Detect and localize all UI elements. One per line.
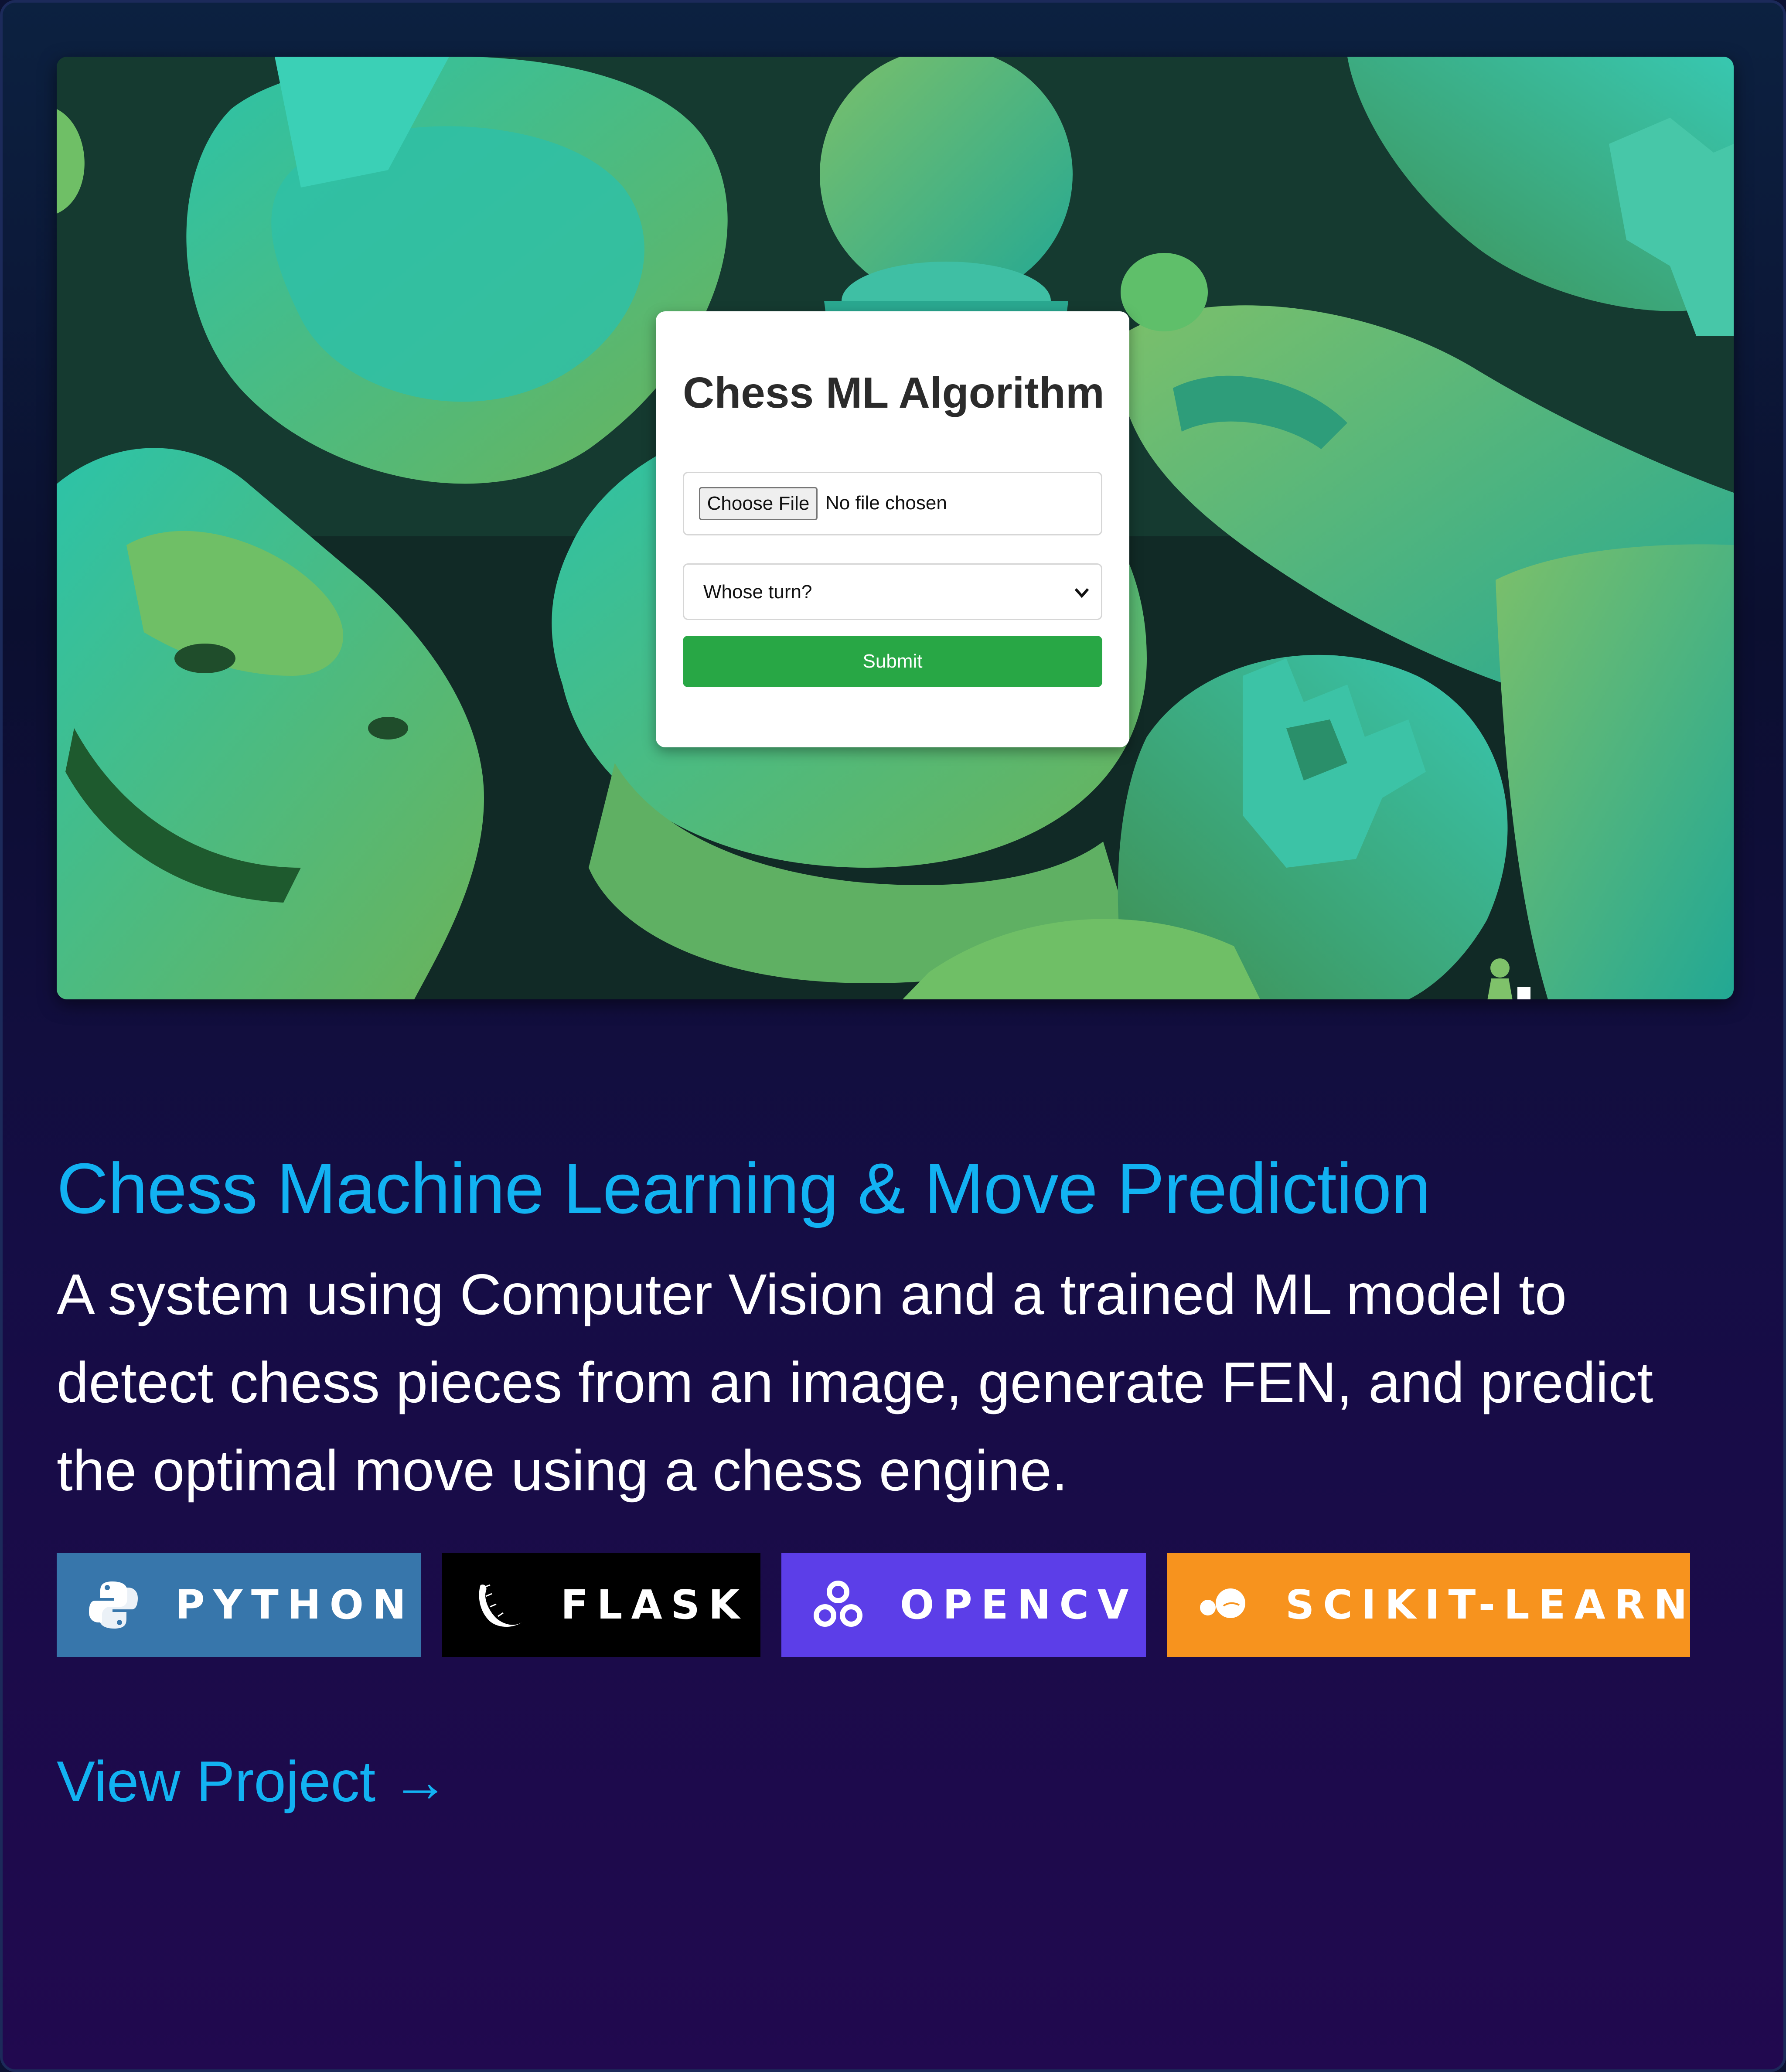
badge-scikit-learn: SCIKIT-LEARN: [1167, 1553, 1690, 1657]
choose-file-button[interactable]: Choose File: [699, 487, 818, 520]
project-card: Chess ML Algorithm Choose File No file c…: [0, 0, 1786, 2072]
file-status-text: No file chosen: [825, 492, 947, 514]
python-icon: [89, 1581, 138, 1629]
badge-label: SCIKIT-LEARN: [1285, 1581, 1696, 1628]
badge-label: PYTHON: [175, 1581, 415, 1628]
whose-turn-select[interactable]: Whose turn?: [683, 563, 1102, 620]
badge-flask: FLASK: [442, 1553, 760, 1657]
submit-button[interactable]: Submit: [683, 636, 1102, 687]
badge-opencv: OPENCV: [781, 1553, 1146, 1657]
badge-label: FLASK: [561, 1581, 749, 1628]
project-title: Chess Machine Learning & Move Prediction: [57, 1148, 1431, 1228]
flask-icon: [479, 1584, 521, 1627]
chevron-down-icon: [1074, 588, 1089, 598]
scikit-learn-icon: [1200, 1588, 1245, 1618]
file-upload-field[interactable]: Choose File No file chosen: [683, 472, 1102, 535]
project-screenshot: Chess ML Algorithm Choose File No file c…: [57, 57, 1734, 999]
chess-com-logo-icon: [1487, 958, 1530, 999]
badge-python: PYTHON: [57, 1553, 421, 1657]
form-title: Chess ML Algorithm: [683, 368, 1104, 417]
badge-label: OPENCV: [900, 1581, 1138, 1628]
opencv-icon: [814, 1581, 862, 1627]
view-project-link[interactable]: View Project →: [57, 1742, 449, 1821]
chess-ml-form: Chess ML Algorithm Choose File No file c…: [656, 311, 1129, 747]
select-value: Whose turn?: [703, 581, 812, 603]
project-description: A system using Computer Vision and a tra…: [57, 1262, 1653, 1503]
